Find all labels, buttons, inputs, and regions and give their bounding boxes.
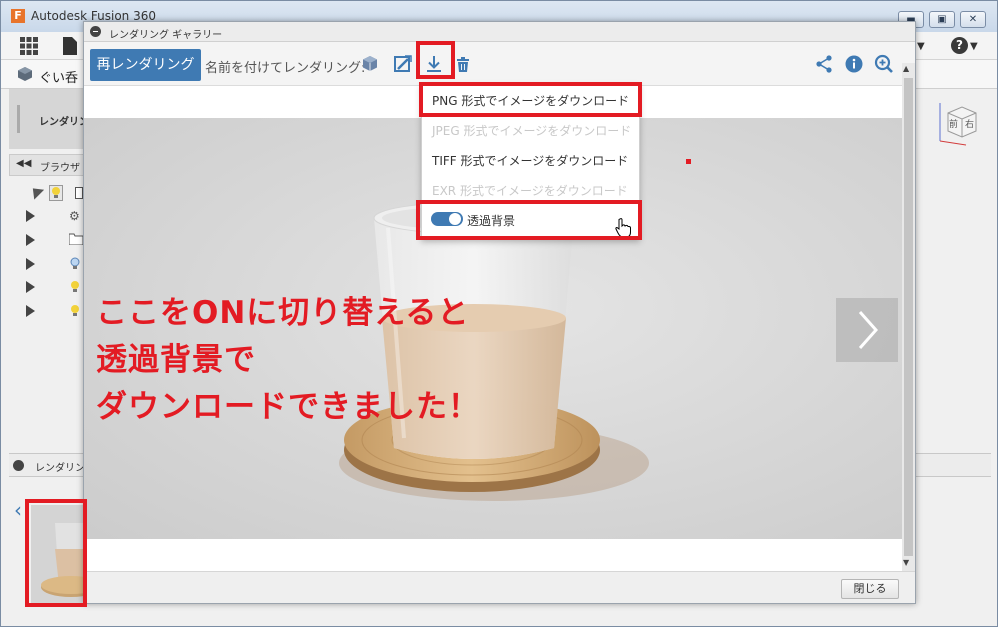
tree-expand-icon[interactable] [26, 258, 35, 270]
tree-expand-icon[interactable] [26, 210, 35, 222]
delete-icon[interactable] [453, 54, 473, 74]
red-marker [686, 159, 691, 164]
tree-expand-icon[interactable] [26, 234, 35, 246]
menu-divider [422, 203, 639, 204]
maximize-button[interactable]: ▣ [929, 11, 955, 28]
help-dropdown-icon[interactable]: ▼ [970, 41, 978, 52]
menu-item-exr[interactable]: EXR 形式でイメージをダウンロード [432, 182, 628, 199]
menu-item-jpeg[interactable]: JPEG 形式でイメージをダウンロード [432, 122, 631, 139]
document-tab-label[interactable]: ぐい呑 [39, 67, 78, 86]
browser-label: ブラウザ [40, 163, 80, 174]
menu-item-png[interactable]: PNG 形式でイメージをダウンロード [432, 92, 629, 109]
info-icon[interactable] [844, 54, 864, 74]
scrollbar-thumb[interactable] [904, 78, 913, 556]
viewcube[interactable]: 前 右 [936, 99, 977, 147]
close-button[interactable]: 閉じる [841, 579, 899, 599]
viewcube-front-label: 前 [949, 120, 959, 130]
help-icon[interactable]: ? [951, 37, 968, 54]
lightbulb-off-icon[interactable] [69, 257, 81, 271]
collapse-render-strip-icon[interactable] [13, 460, 24, 471]
hand-cursor-icon [615, 218, 631, 238]
previous-thumbnail-icon[interactable]: ‹ [14, 498, 22, 522]
root-component-icon [75, 187, 83, 199]
collapse-gallery-icon[interactable] [90, 26, 101, 37]
close-window-button[interactable]: ✕ [960, 11, 986, 28]
app-grid-icon[interactable] [20, 37, 38, 55]
viewcube-right-label: 右 [965, 120, 975, 130]
gallery-titlebar: レンダリング ギャラリー [84, 22, 915, 42]
rerender-button[interactable]: 再レンダリング [90, 49, 201, 81]
render-ribbon: レンダリング [9, 89, 99, 149]
ribbon-grip [17, 105, 20, 133]
root-lightbulb-icon[interactable] [49, 185, 63, 201]
gallery-footer: 閉じる [84, 571, 915, 603]
transparent-background-toggle[interactable] [431, 212, 463, 226]
transparent-background-label: 透過背景 [467, 214, 516, 228]
annotation-text: ここをONに切り替えると 透過背景で ダウンロードできました！ [96, 295, 480, 425]
tree-expand-icon[interactable] [26, 281, 35, 293]
toolbar-dropdown-icon[interactable]: ▼ [917, 41, 925, 52]
fusion-logo-icon: F [11, 9, 25, 23]
menu-item-tiff[interactable]: TIFF 形式でイメージをダウンロード [432, 152, 628, 169]
browser-header[interactable]: ◀◀ ブラウザ [9, 154, 89, 176]
share-icon[interactable] [814, 54, 834, 74]
download-menu: PNG 形式でイメージをダウンロード JPEG 形式でイメージをダウンロード T… [421, 84, 640, 240]
edit-image-icon[interactable] [393, 54, 413, 74]
tree-expand-icon[interactable] [26, 305, 35, 317]
folder-icon [68, 233, 84, 247]
file-icon[interactable] [63, 37, 77, 55]
collapse-browser-icon[interactable]: ◀◀ [16, 158, 31, 169]
gallery-title: レンダリング ギャラリー [109, 30, 223, 41]
zoom-in-icon[interactable] [874, 54, 894, 74]
lightbulb-on-icon[interactable] [69, 304, 81, 318]
scroll-down-icon[interactable]: ▼ [903, 558, 909, 567]
next-image-button[interactable] [836, 298, 898, 362]
render-thumbnail[interactable] [31, 505, 83, 605]
gallery-toolbar: 再レンダリング 名前を付けてレンダリング: [84, 42, 915, 86]
settings-gear-icon: ⚙ [69, 209, 80, 223]
lightbulb-on-icon[interactable] [69, 280, 81, 294]
component-cube-icon [18, 67, 32, 81]
download-icon[interactable] [424, 54, 444, 74]
render-cube-icon[interactable] [360, 54, 380, 74]
scroll-up-icon[interactable]: ▲ [903, 64, 909, 73]
named-render-label: 名前を付けてレンダリング: [205, 61, 366, 76]
